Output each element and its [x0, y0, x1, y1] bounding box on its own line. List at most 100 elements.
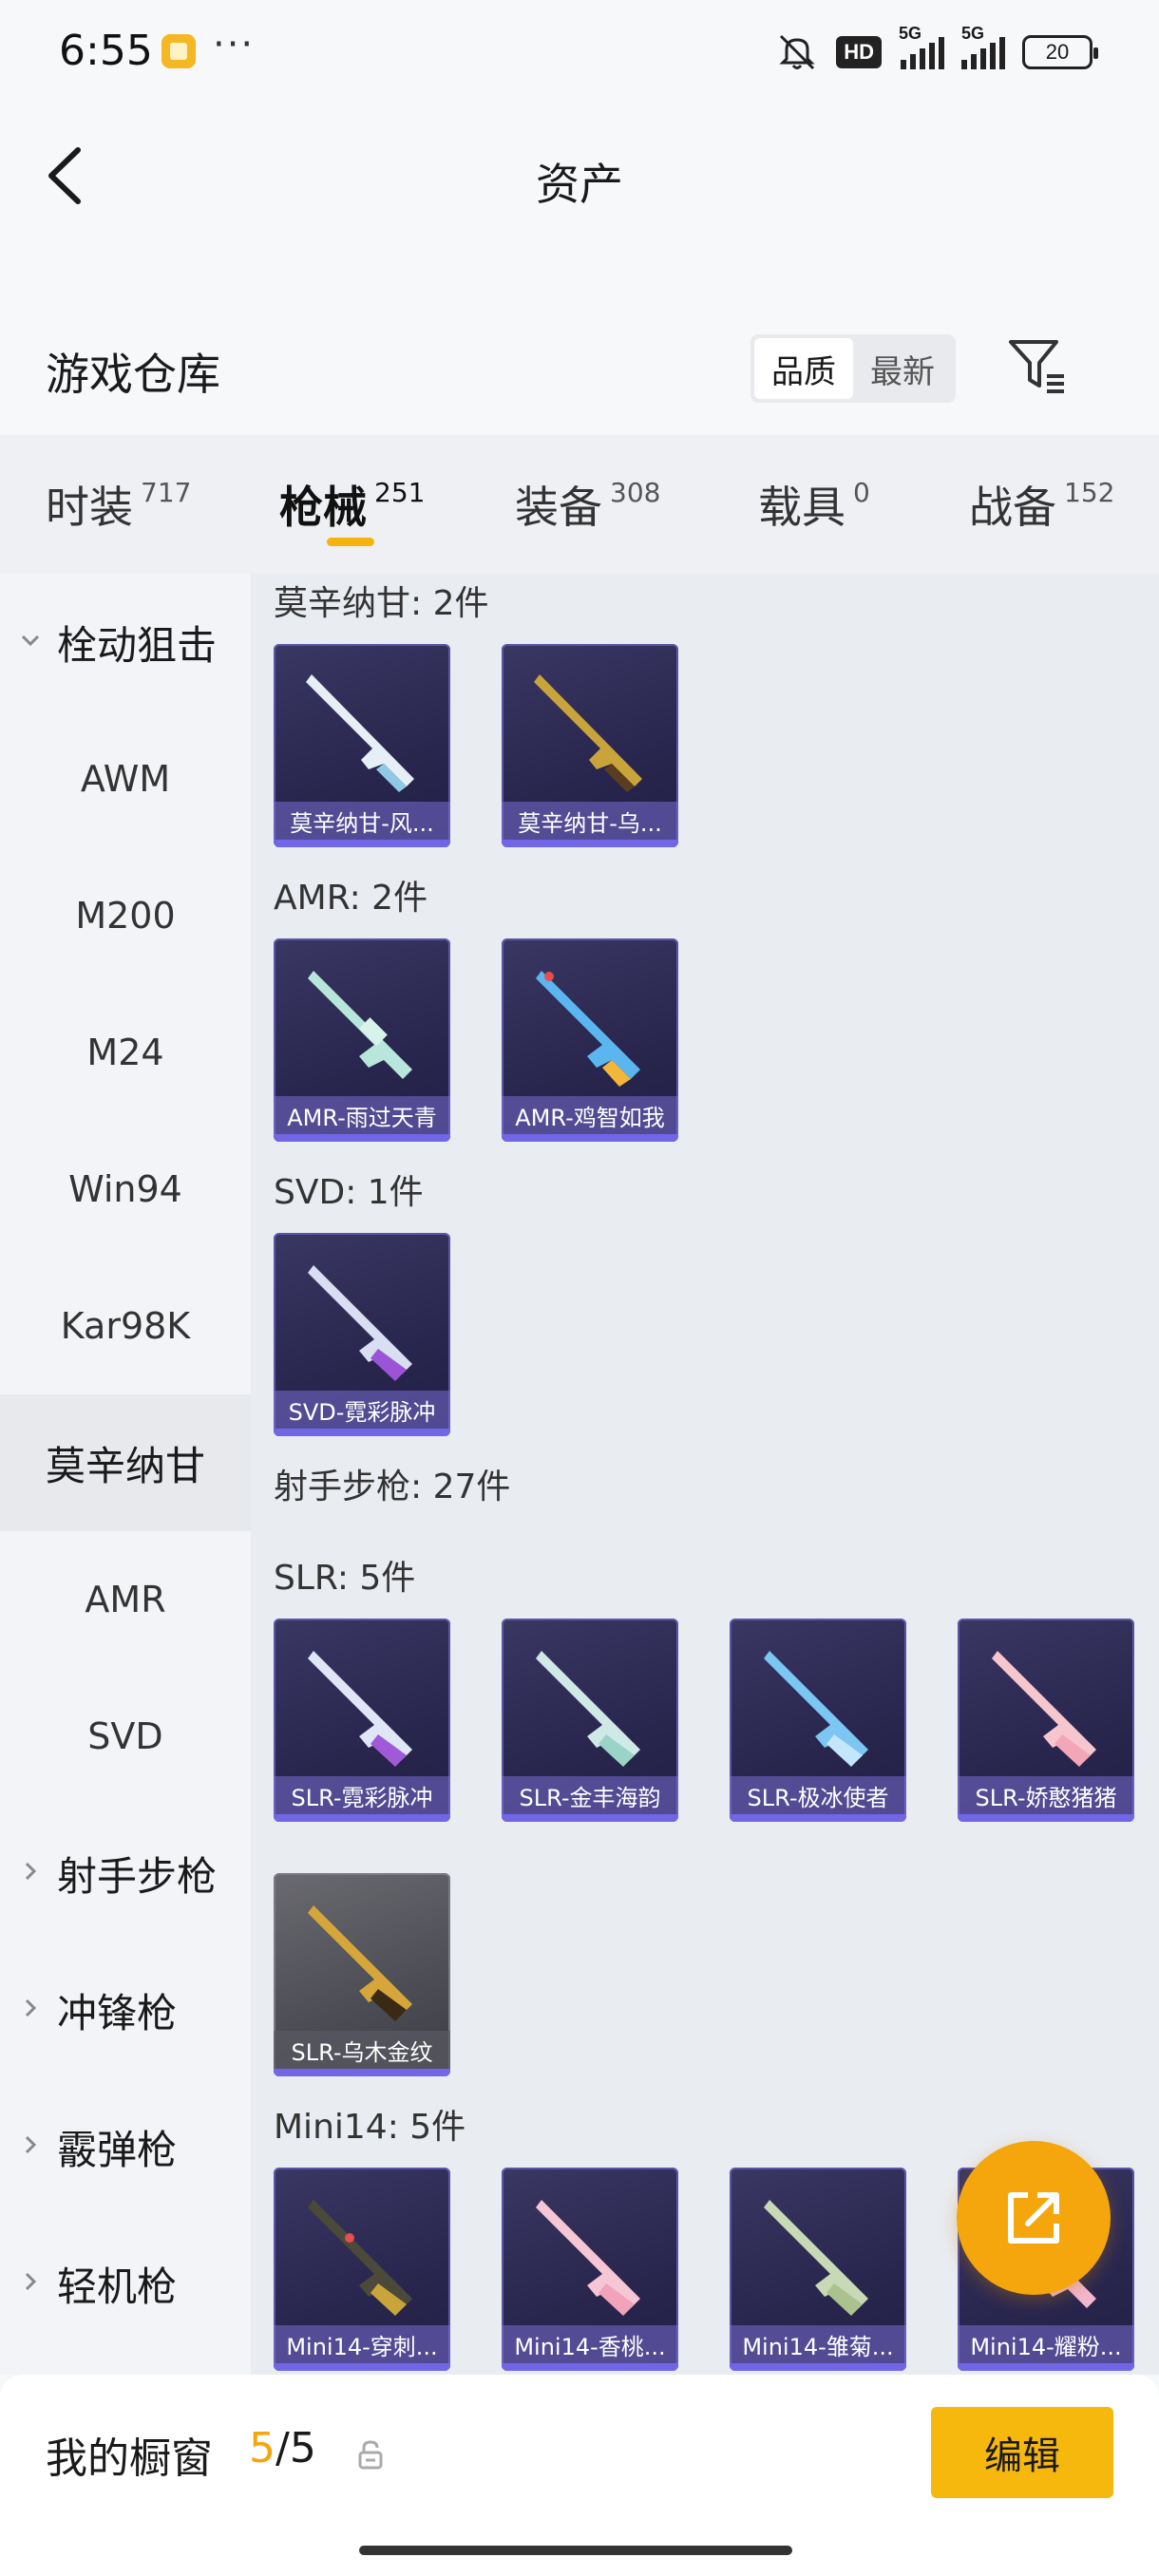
weapon-card-label: Mini14-耀粉... [958, 2325, 1134, 2363]
sidebar-item-bolt-action[interactable]: 栓动狙击 [0, 574, 251, 710]
tab-count: 152 [1064, 477, 1115, 508]
sort-quality-button[interactable]: 品质 [754, 338, 853, 399]
sidebar-item-m24[interactable]: M24 [0, 984, 251, 1121]
weapon-card[interactable]: Mini14-香桃... [502, 2168, 678, 2371]
weapon-card[interactable]: AMR-鸡智如我 [502, 938, 678, 1142]
tab-count: 717 [141, 477, 192, 508]
weapon-card-label: AMR-雨过天青 [274, 1096, 450, 1134]
rifle-icon [534, 674, 642, 792]
rifle-icon [308, 1265, 412, 1381]
signal-icon-2: 5G [961, 24, 1005, 69]
rarity-bar [274, 1814, 450, 1822]
weapon-card[interactable]: SLR-娇憨猪猪 [958, 1619, 1134, 1822]
sidebar-item-awm[interactable]: AWM [0, 710, 251, 847]
status-bar: 6:55 ··· HD 5G 5G 20 [0, 0, 1159, 104]
rarity-bar [502, 1814, 678, 1822]
sidebar-item-shotgun[interactable]: 霰弹枪 [0, 2078, 251, 2215]
notes-app-icon [162, 34, 196, 68]
rarity-bar [502, 1134, 678, 1142]
weapon-card-label: SLR-霓彩脉冲 [274, 1776, 450, 1814]
sidebar-item-lmg[interactable]: 轻机枪 [0, 2215, 251, 2352]
weapon-card[interactable]: SVD-霓彩脉冲 [274, 1233, 450, 1436]
sidebar-item-win94[interactable]: Win94 [0, 1121, 251, 1258]
filter-icon[interactable] [1005, 336, 1068, 395]
sidebar-item-label: 射手步枪 [57, 1852, 218, 1900]
status-time: 6:55 [59, 27, 153, 75]
rarity-bar [274, 1429, 450, 1436]
battery-level: 20 [1045, 40, 1070, 64]
tab-firearms[interactable]: 枪械 251 [279, 473, 425, 540]
showcase-current: 5 [249, 2424, 276, 2472]
weapon-card-label: SVD-霓彩脉冲 [274, 1391, 450, 1429]
weapon-card[interactable]: SLR-金丰海韵 [502, 1619, 678, 1822]
section-title: AMR: 2件 [274, 879, 428, 918]
rarity-bar [274, 2069, 450, 2076]
rarity-bar [502, 840, 678, 847]
weapon-card[interactable]: Mini14-穿刺... [274, 2168, 450, 2371]
tab-label: 装备 [515, 482, 602, 533]
signal-label: 5G [899, 24, 922, 43]
sidebar-item-dmr[interactable]: 射手步枪 [0, 1805, 251, 1941]
chevron-right-icon [25, 2135, 37, 2154]
section-title: SLR: 5件 [274, 1559, 416, 1598]
tab-count: 308 [610, 477, 661, 508]
sidebar-item-m200[interactable]: M200 [0, 847, 251, 984]
weapon-grid: 莫辛纳甘: 2件 莫辛纳甘-风... 莫辛纳甘-乌... AMR: 2件 AMR… [251, 574, 1159, 2375]
weapon-card[interactable]: SLR-乌木金纹 [274, 1873, 450, 2076]
section-title: 莫辛纳甘: 2件 [274, 584, 489, 623]
tab-fashion[interactable]: 时装 717 [46, 473, 191, 540]
status-icons: HD 5G 5G 20 [775, 24, 1098, 76]
tab-equipment[interactable]: 装备 308 [515, 473, 660, 540]
sidebar-item-smg[interactable]: 冲锋枪 [0, 1941, 251, 2078]
sidebar-item-label: 栓动狙击 [57, 621, 218, 669]
weapon-card-label: SLR-乌木金纹 [274, 2031, 450, 2069]
tab-vehicles[interactable]: 载具 0 [758, 473, 870, 540]
active-tab-indicator [327, 538, 374, 546]
sidebar-item-amr[interactable]: AMR [0, 1531, 251, 1668]
weapon-card[interactable]: Mini14-雏菊... [730, 2168, 906, 2371]
more-notifications-icon: ··· [213, 23, 256, 66]
weapon-card-label: Mini14-香桃... [502, 2325, 678, 2363]
hd-voice-badge: HD [836, 36, 882, 68]
weapon-card-label: SLR-娇憨猪猪 [958, 1776, 1134, 1814]
sidebar-item-label: 轻机枪 [57, 2263, 178, 2310]
weapon-card[interactable]: 莫辛纳甘-乌... [502, 644, 678, 847]
weapon-card-label: Mini14-雏菊... [730, 2325, 906, 2363]
section-title: Mini14: 5件 [274, 2108, 466, 2147]
showcase-total: 5 [289, 2424, 316, 2472]
chevron-right-icon [25, 1998, 37, 2017]
home-indicator[interactable] [359, 2546, 792, 2555]
tab-battle-gear[interactable]: 战备 152 [969, 473, 1114, 540]
section-title: 射手步枪: 27件 [274, 1468, 511, 1506]
weapon-card[interactable]: 莫辛纳甘-风... [274, 644, 450, 847]
rarity-bar [730, 2363, 906, 2371]
nav-bar: 资产 [0, 104, 1159, 247]
rarity-bar [958, 2363, 1134, 2371]
tab-count: 251 [374, 477, 426, 508]
signal-icon: 5G [899, 24, 944, 69]
sidebar-item-svd[interactable]: SVD [0, 1668, 251, 1805]
sidebar-item-kar98k[interactable]: Kar98K [0, 1258, 251, 1394]
rifle-icon [764, 2200, 868, 2316]
tab-label: 战备 [969, 482, 1056, 533]
weapon-card[interactable]: AMR-雨过天青 [274, 938, 450, 1142]
rarity-bar [730, 1814, 906, 1822]
rifle-icon [536, 1651, 640, 1767]
rifle-icon [992, 1651, 1096, 1767]
rifle-icon [308, 971, 412, 1079]
rifle-icon [308, 2200, 412, 2316]
share-button[interactable] [957, 2141, 1111, 2295]
page-title: 资产 [536, 159, 623, 210]
rarity-bar [274, 840, 450, 847]
tab-label: 时装 [46, 482, 133, 533]
rarity-bar [502, 2363, 678, 2371]
sidebar-item-mosin[interactable]: 莫辛纳甘 [0, 1394, 251, 1531]
weapon-card-label: AMR-鸡智如我 [502, 1096, 678, 1134]
weapon-card-label: 莫辛纳甘-乌... [502, 802, 678, 840]
weapon-card[interactable]: SLR-极冰使者 [730, 1619, 906, 1822]
edit-button[interactable]: 编辑 [931, 2407, 1113, 2498]
showcase-separator: / [276, 2424, 290, 2472]
sort-toggle: 品质 最新 [750, 334, 956, 403]
weapon-card[interactable]: SLR-霓彩脉冲 [274, 1619, 450, 1822]
sort-newest-button[interactable]: 最新 [853, 338, 952, 399]
